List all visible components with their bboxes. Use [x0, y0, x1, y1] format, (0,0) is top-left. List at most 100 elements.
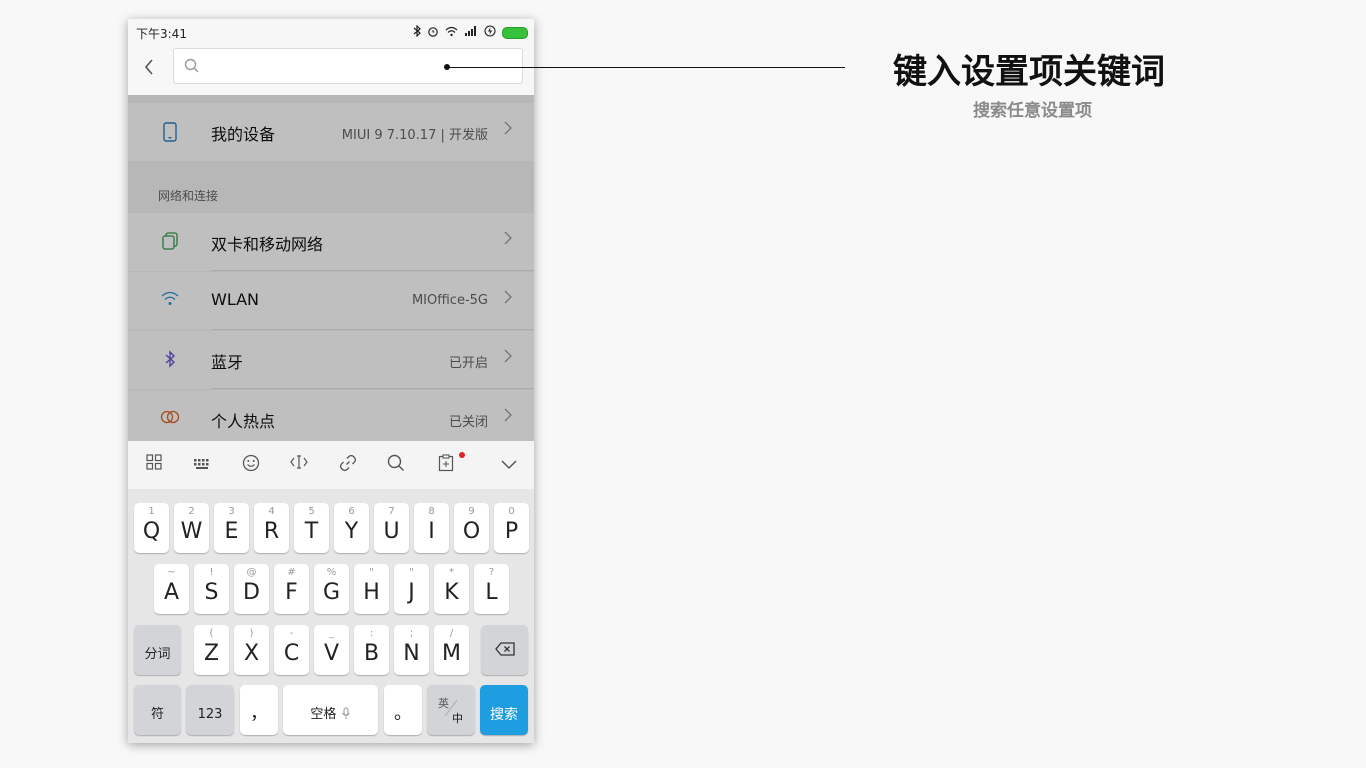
key-symbols[interactable]: 符	[134, 685, 181, 735]
key-label: Q	[142, 519, 161, 544]
chevron-left-icon	[144, 59, 153, 75]
key-backspace[interactable]	[481, 625, 528, 675]
key-f[interactable]: # F	[274, 564, 309, 614]
key-c[interactable]: -C	[274, 625, 309, 675]
key-hint: 9	[468, 506, 475, 517]
chevron-right-icon	[503, 119, 512, 140]
hotspot-icon	[160, 409, 180, 429]
key-q[interactable]: 1Q	[134, 503, 169, 553]
key-hint: 7	[388, 506, 395, 517]
key-hint: ?	[488, 567, 495, 578]
key-hint: %	[326, 567, 337, 578]
settings-list: 我的设备 MIUI 9 7.10.17 | 开发版 网络和连接 双卡和移动网络 …	[128, 95, 534, 448]
key-z[interactable]: (Z	[194, 625, 229, 675]
key-hint: 4	[268, 506, 275, 517]
key-y[interactable]: 6Y	[334, 503, 369, 553]
key-u[interactable]: 7U	[374, 503, 409, 553]
key-r[interactable]: 4R	[254, 503, 289, 553]
key-t[interactable]: 5T	[294, 503, 329, 553]
link-icon[interactable]	[337, 454, 359, 476]
key-fenci[interactable]: 分词	[134, 625, 181, 675]
key-label: D	[243, 580, 260, 605]
callout-title: 键入设置项关键词	[893, 52, 1165, 92]
key-hint: -	[289, 628, 294, 639]
key-k[interactable]: * K	[434, 564, 469, 614]
key-hint: 1	[148, 506, 155, 517]
key-h[interactable]: " H	[354, 564, 389, 614]
key-b[interactable]: :B	[354, 625, 389, 675]
key-hint: 0	[508, 506, 515, 517]
charging-icon	[484, 25, 496, 40]
emoji-icon[interactable]	[240, 454, 262, 476]
key-x[interactable]: ) X	[234, 625, 269, 675]
key-hint: 8	[428, 506, 435, 517]
key-label: I	[428, 519, 435, 544]
key-label: 空格	[283, 702, 378, 728]
key-p[interactable]: 0P	[494, 503, 529, 553]
space-label: 空格	[310, 707, 337, 722]
callout-line	[447, 67, 845, 68]
settings-item-dual-sim[interactable]: 双卡和移动网络	[128, 213, 534, 271]
divider	[211, 329, 534, 330]
key-label: 搜索	[490, 707, 518, 723]
key-label: X	[243, 641, 260, 666]
key-numbers[interactable]: 123	[186, 685, 234, 735]
key-label: 符	[150, 707, 164, 722]
backspace-icon	[481, 640, 528, 666]
back-button[interactable]	[142, 57, 162, 81]
key-l[interactable]: ? L	[474, 564, 509, 614]
apps-grid-icon[interactable]	[143, 454, 165, 476]
key-language-switch[interactable]: 英 中	[427, 685, 475, 735]
settings-item-wlan[interactable]: WLAN MIOffice-5G	[128, 272, 534, 330]
callout-subtitle: 搜索任意设置项	[973, 101, 1092, 121]
key-hint: @	[246, 567, 257, 578]
soft-keyboard: 分词 符 123 ， 空格 。 英 中 搜索 1 Q 2 W 3 E 4 R 5…	[128, 441, 534, 743]
key-label: 分词	[144, 647, 171, 662]
chevron-right-icon	[503, 406, 512, 427]
cursor-move-icon[interactable]	[288, 454, 310, 476]
search-header	[128, 45, 534, 95]
settings-item-bluetooth[interactable]: 蓝牙 已开启	[128, 331, 534, 389]
phone-screen: 下午3:41 我的设备 MIUI 9 7.10.17 | 开发版 网络和连接 双…	[128, 19, 534, 743]
key-hint: ~	[167, 567, 176, 578]
clipboard-icon[interactable]	[435, 454, 457, 476]
key-g[interactable]: % G	[314, 564, 349, 614]
divider	[211, 270, 534, 271]
microphone-icon	[341, 707, 350, 719]
key-label: U	[383, 519, 400, 544]
settings-item-label: 双卡和移动网络	[211, 235, 324, 254]
key-space[interactable]: 空格	[283, 685, 378, 735]
key-j[interactable]: " J	[394, 564, 429, 614]
key-e[interactable]: 3E	[214, 503, 249, 553]
phone-device-icon	[160, 122, 180, 142]
key-label: B	[363, 641, 380, 666]
key-comma[interactable]: ，	[240, 685, 278, 735]
section-title: 网络和连接	[158, 189, 219, 203]
key-period[interactable]: 。	[384, 685, 422, 735]
key-v[interactable]: _ V	[314, 625, 349, 675]
key-hint: ;	[409, 628, 414, 639]
keyboard-layout-icon[interactable]	[191, 454, 213, 476]
settings-item-my-device[interactable]: 我的设备 MIUI 9 7.10.17 | 开发版	[128, 103, 534, 161]
slash-divider	[444, 699, 458, 717]
key-a[interactable]: ~ A	[154, 564, 189, 614]
key-hint: /	[449, 628, 454, 639]
search-icon[interactable]	[385, 454, 407, 476]
collapse-keyboard-icon[interactable]	[498, 454, 520, 476]
search-box[interactable]	[173, 48, 523, 84]
key-search[interactable]: 搜索	[480, 685, 528, 735]
key-w[interactable]: 2W	[174, 503, 209, 553]
settings-item-value: 已关闭	[448, 415, 488, 430]
key-label: O	[462, 519, 481, 544]
key-o[interactable]: 9O	[454, 503, 489, 553]
settings-item-hotspot[interactable]: 个人热点 已关闭	[128, 390, 534, 448]
key-label: ，	[250, 703, 268, 724]
key-label: E	[224, 519, 239, 544]
key-label: C	[283, 641, 300, 666]
key-hint: "	[369, 567, 374, 578]
key-s[interactable]: ! S	[194, 564, 229, 614]
key-i[interactable]: 8I	[414, 503, 449, 553]
key-n[interactable]: ; N	[394, 625, 429, 675]
key-m[interactable]: / M	[434, 625, 469, 675]
key-d[interactable]: @ D	[234, 564, 269, 614]
